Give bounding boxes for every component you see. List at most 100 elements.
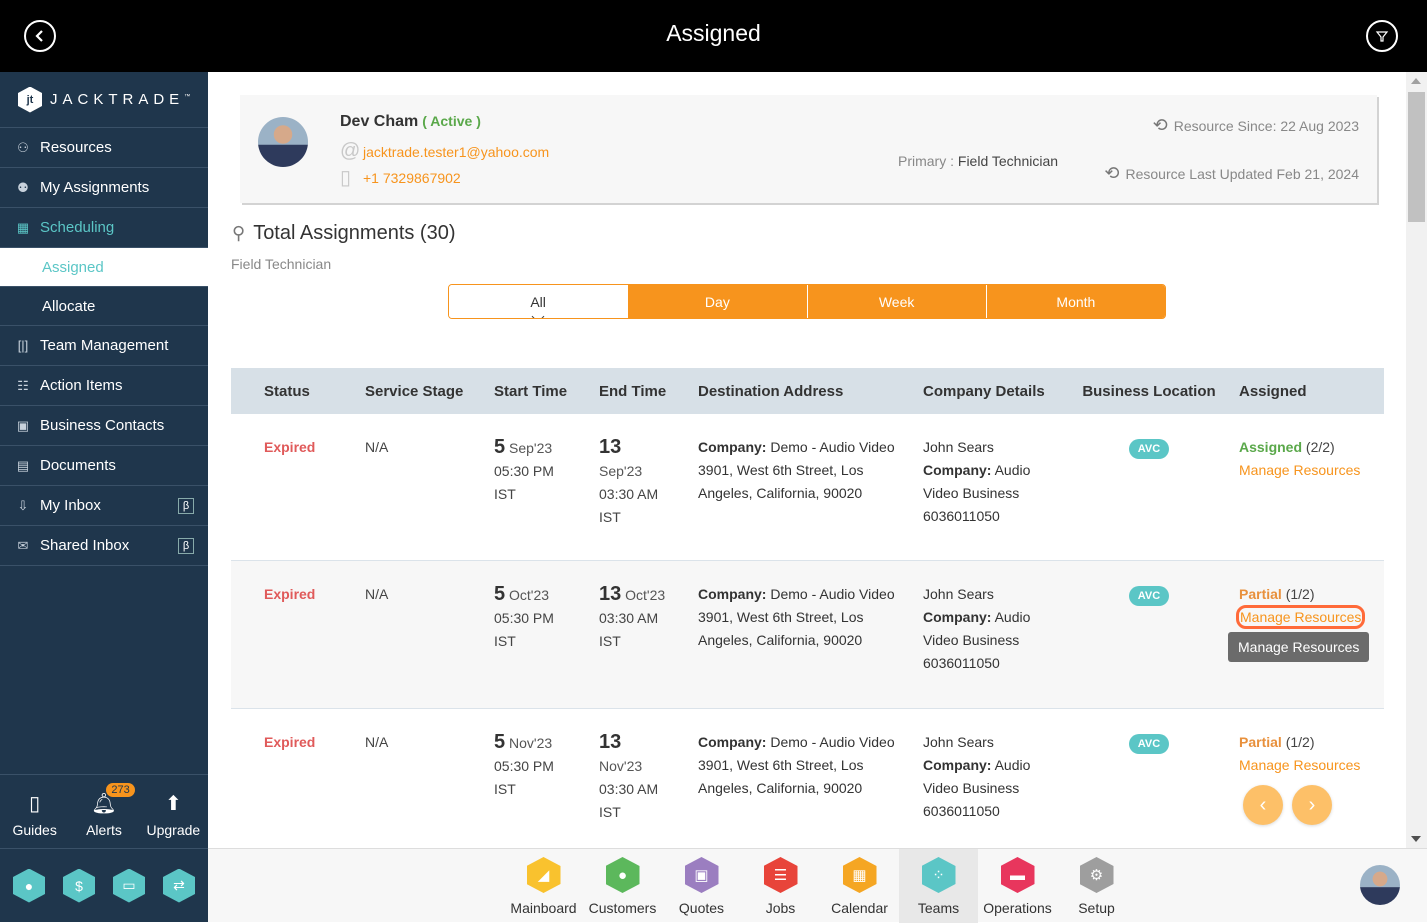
user-avatar[interactable] [1360, 865, 1400, 905]
inbox-icon: ⇩ [17, 497, 29, 513]
dock-label: Customers [588, 900, 657, 916]
manage-resources-tooltip: Manage Resources [1228, 632, 1370, 662]
brand-name: JACKTRADE™ [50, 91, 191, 108]
sidebar-item-shared-inbox[interactable]: ✉ Shared Inbox β [0, 526, 208, 566]
table-header: Status Service Stage Start Time End Time… [231, 368, 1384, 414]
top-bar: Assigned [0, 0, 1427, 72]
status-label: Expired [264, 439, 316, 455]
end-time: 13 Sep'23 03:30 AM IST [599, 436, 659, 525]
sidebar-utilities: ▯ Guides 273 🔔︎ Alerts ⬆ Upgrade [0, 774, 208, 848]
assigned-cell: Partial (1/2) Manage Resources [1231, 709, 1384, 848]
sidebar-shortcuts: ● $ ▭ ⇄ [0, 848, 208, 922]
sidebar-item-my-assignments[interactable]: ⚉ My Assignments [0, 168, 208, 208]
filter-icon [1375, 31, 1389, 42]
column-header: End Time [599, 382, 667, 400]
guides-button[interactable]: ▯ Guides [0, 775, 69, 848]
dock-label: Jobs [765, 900, 796, 916]
manage-resources-link[interactable]: Manage Resources [1235, 605, 1366, 629]
vertical-scrollbar[interactable] [1406, 72, 1427, 848]
tab-month[interactable]: Month [985, 285, 1165, 318]
sidebar-item-documents[interactable]: ▤ Documents [0, 446, 208, 486]
tab-all[interactable]: All [449, 285, 628, 318]
sidebar-item-action-items[interactable]: ☷ Action Items [0, 366, 208, 406]
column-header: Status [264, 382, 310, 400]
end-time: 13 Nov'23 03:30 AM IST [599, 731, 659, 820]
teams-icon: ⁘ [921, 857, 956, 893]
destination-address: Company: Demo - Audio Video 3901, West 6… [698, 586, 895, 648]
sidebar-subitem-assigned[interactable]: Assigned [0, 248, 208, 287]
filter-button[interactable] [1366, 20, 1398, 52]
user-shortcut-icon[interactable]: ● [13, 868, 45, 903]
dock-item-mainboard[interactable]: ◢ Mainboard [504, 849, 583, 923]
manage-resources-link[interactable]: Manage Resources [1239, 459, 1360, 482]
total-assignments-heading: ⚲ Total Assignments (30) [232, 222, 456, 244]
sidebar-subitem-allocate[interactable]: Allocate [0, 287, 208, 326]
assignments-icon: ⚉ [17, 179, 29, 195]
prev-page-button[interactable]: ‹ [1243, 785, 1283, 825]
scroll-up-arrow-icon[interactable] [1411, 78, 1421, 84]
gear-icon: ⚙ [1079, 857, 1114, 893]
upgrade-button[interactable]: ⬆ Upgrade [139, 775, 208, 848]
column-header: Assigned [1239, 382, 1307, 400]
profile-phone[interactable]: ▯ +1 7329867902 [340, 165, 461, 190]
next-page-button[interactable]: › [1292, 785, 1332, 825]
destination-address: Company: Demo - Audio Video 3901, West 6… [698, 439, 895, 501]
alerts-count-badge: 273 [106, 783, 135, 797]
dock-item-teams[interactable]: ⁘ Teams [899, 849, 978, 923]
dock-label: Mainboard [510, 900, 577, 916]
sidebar-item-label: Action Items [40, 377, 123, 394]
tab-day[interactable]: Day [627, 285, 807, 318]
status-label: Expired [264, 734, 316, 750]
money-shortcut-icon[interactable]: ▭ [113, 868, 145, 903]
column-header: Company Details [923, 382, 1045, 400]
end-time: 13 Oct'23 03:30 AM IST [599, 583, 666, 649]
app-dock: ◢ Mainboard ● Customers ▣ Quotes ☰ Jobs … [504, 849, 1136, 923]
sidebar-item-label: Documents [40, 457, 116, 474]
sidebar-item-business-contacts[interactable]: ▣ Business Contacts [0, 406, 208, 446]
dock-item-customers[interactable]: ● Customers [583, 849, 662, 923]
brand-logo[interactable]: jt JACKTRADE™ [0, 72, 208, 128]
dock-label: Setup [1078, 900, 1115, 916]
dock-item-operations[interactable]: ▬ Operations [978, 849, 1057, 923]
at-icon: @ [340, 140, 361, 162]
dock-item-calendar[interactable]: ▦ Calendar [820, 849, 899, 923]
sync-icon: ⟲ [1104, 163, 1120, 183]
manage-resources-link[interactable]: Manage Resources [1239, 754, 1360, 777]
sidebar-item-my-inbox[interactable]: ⇩ My Inbox β [0, 486, 208, 526]
dollar-shortcut-icon[interactable]: $ [63, 868, 95, 903]
dock-item-quotes[interactable]: ▣ Quotes [662, 849, 741, 923]
table-row[interactable]: Expired N/A 5 Oct'23 05:30 PM IST 13 Oct… [231, 561, 1384, 709]
start-time: 5 Sep'23 05:30 PM IST [494, 436, 554, 502]
sidebar-item-label: Business Contacts [40, 417, 165, 434]
bottom-app-dock: ◢ Mainboard ● Customers ▣ Quotes ☰ Jobs … [208, 848, 1427, 923]
workflow-shortcut-icon[interactable]: ⇄ [163, 868, 195, 903]
table-row[interactable]: Expired N/A 5 Sep'23 05:30 PM IST 13 Sep… [231, 414, 1384, 561]
assigned-cell: Assigned (2/2) Manage Resources [1231, 414, 1384, 560]
sidebar-item-team-management[interactable]: [|] Team Management [0, 326, 208, 366]
dock-item-setup[interactable]: ⚙ Setup [1057, 849, 1136, 923]
table-row[interactable]: Expired N/A 5 Nov'23 05:30 PM IST 13 Nov… [231, 709, 1384, 848]
profile-card: Dev Cham( Active ) @ jacktrade.tester1@y… [240, 95, 1377, 203]
upgrade-label: Upgrade [146, 822, 201, 838]
total-assignments-subtitle: Field Technician [231, 256, 332, 272]
business-location-badge: AVC [1128, 586, 1170, 606]
period-tabs: All Day Week Month [448, 284, 1166, 319]
customers-icon: ● [605, 857, 640, 893]
sidebar-item-scheduling[interactable]: ▦ Scheduling [0, 208, 208, 248]
column-header: Start Time [494, 382, 568, 400]
scrollbar-thumb[interactable] [1408, 92, 1425, 222]
sidebar: jt JACKTRADE™ ⚇ Resources ⚉ My Assignmen… [0, 72, 208, 922]
sidebar-item-label: My Inbox [40, 497, 101, 514]
sidebar-item-resources[interactable]: ⚇ Resources [0, 128, 208, 168]
tab-week[interactable]: Week [806, 285, 986, 318]
profile-primary-role: Primary : Field Technician [898, 153, 1059, 169]
book-icon: ▯ [29, 793, 41, 815]
alerts-button[interactable]: 273 🔔︎ Alerts [69, 775, 138, 848]
contacts-icon: ▣ [16, 417, 30, 433]
profile-email[interactable]: @ jacktrade.tester1@yahoo.com [340, 140, 549, 163]
status-label: Expired [264, 586, 316, 602]
scroll-down-arrow-icon[interactable] [1411, 836, 1421, 842]
start-time: 5 Oct'23 05:30 PM IST [494, 583, 554, 649]
sidebar-item-label: Allocate [42, 297, 96, 315]
dock-item-jobs[interactable]: ☰ Jobs [741, 849, 820, 923]
